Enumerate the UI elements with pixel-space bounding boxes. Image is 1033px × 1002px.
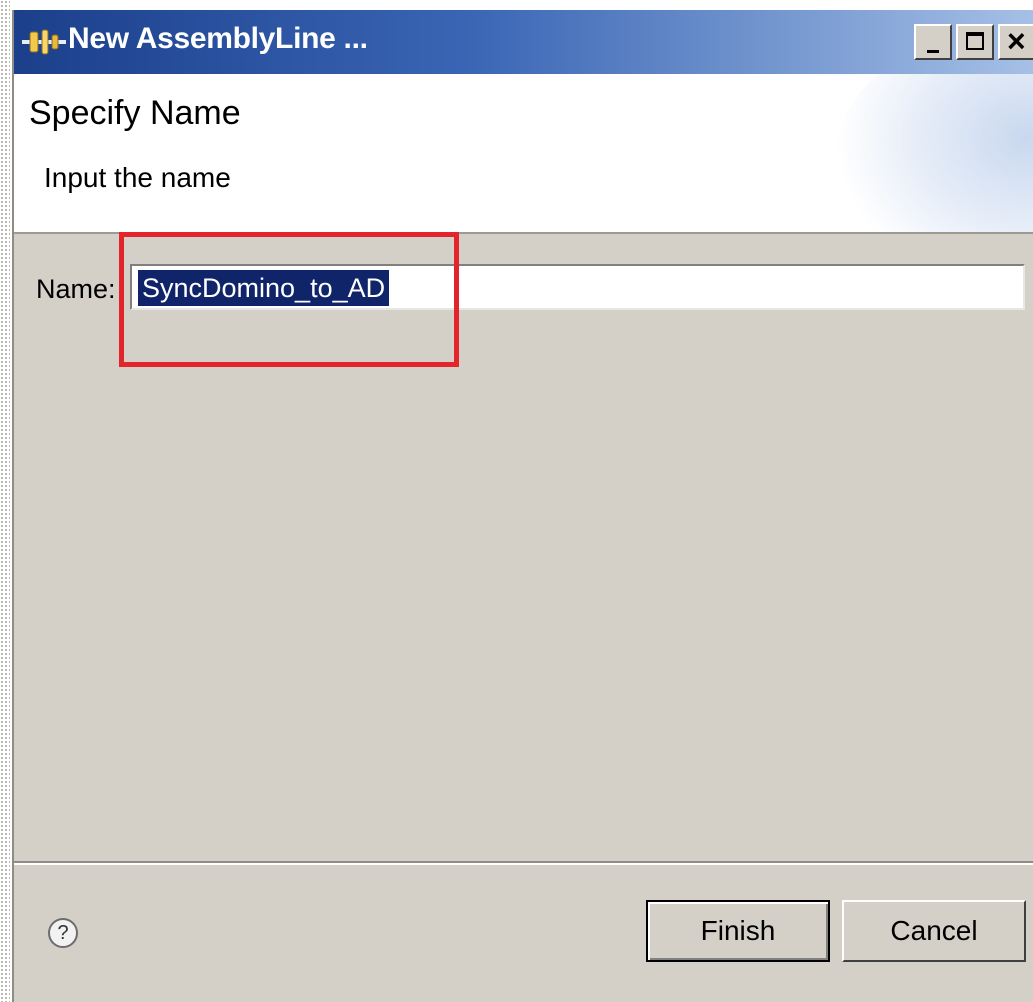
maximize-button[interactable] bbox=[956, 24, 994, 60]
name-label: Name: bbox=[36, 274, 116, 304]
page-title: Specify Name bbox=[29, 94, 241, 132]
footer-divider bbox=[14, 861, 1033, 865]
wizard-header: Specify Name Input the name bbox=[14, 74, 1033, 234]
new-assemblyline-dialog: New AssemblyLine ... × Specify Name Inpu… bbox=[12, 10, 1033, 1002]
page-description: Input the name bbox=[44, 162, 231, 193]
assemblyline-icon bbox=[22, 29, 66, 55]
window-title: New AssemblyLine ... bbox=[68, 22, 368, 55]
close-icon: × bbox=[1007, 23, 1026, 59]
desktop-background-edge bbox=[0, 0, 10, 1002]
maximize-icon bbox=[966, 32, 984, 50]
help-icon[interactable]: ? bbox=[48, 918, 78, 948]
close-button[interactable]: × bbox=[998, 24, 1033, 60]
title-bar[interactable]: New AssemblyLine ... × bbox=[14, 10, 1033, 74]
cancel-button[interactable]: Cancel bbox=[842, 900, 1026, 962]
annotation-highlight-box bbox=[119, 232, 459, 367]
banner-decoration bbox=[834, 74, 1033, 232]
minimize-button[interactable] bbox=[914, 24, 952, 60]
minimize-icon bbox=[927, 50, 939, 53]
finish-button[interactable]: Finish bbox=[646, 900, 830, 962]
